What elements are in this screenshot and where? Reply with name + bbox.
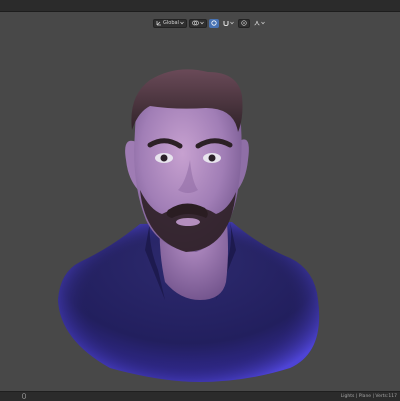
scene-statistics: Lights | Plane | Verts:117 xyxy=(340,394,397,399)
sculpted-bust-icon[interactable] xyxy=(0,0,400,391)
mouth-shape xyxy=(176,218,200,226)
